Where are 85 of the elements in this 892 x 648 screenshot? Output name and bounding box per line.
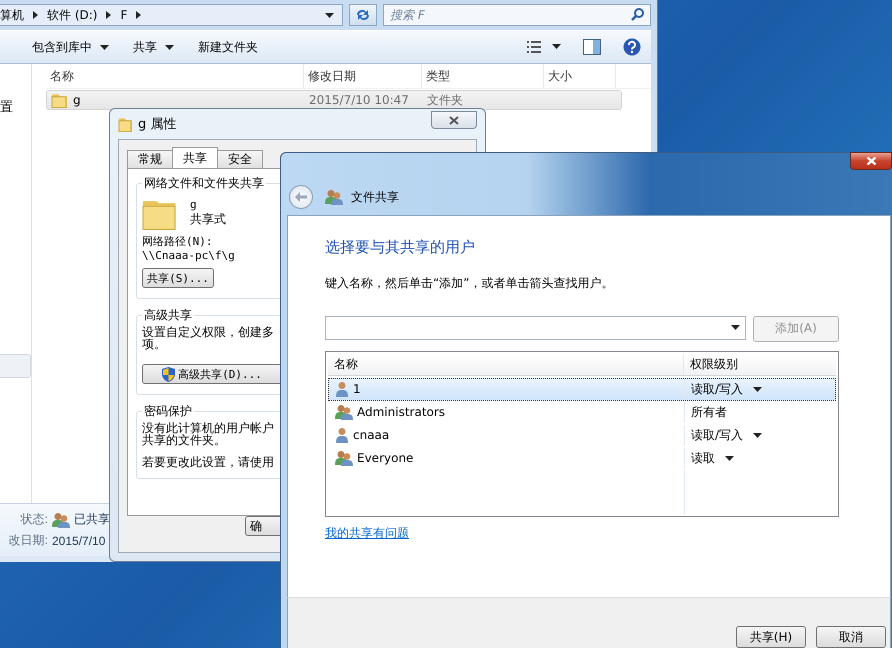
dialog-button[interactable]: 取消 bbox=[816, 626, 886, 648]
permission-level[interactable]: 读取/写入 bbox=[691, 426, 744, 444]
column-header[interactable]: 权限级别 bbox=[684, 354, 836, 375]
file-name: g bbox=[73, 93, 81, 107]
permission-level[interactable]: 读取/写入 bbox=[691, 380, 744, 398]
detail-value: 已共享 bbox=[74, 511, 110, 528]
users-icon bbox=[325, 189, 343, 205]
file-type: 文件夹 bbox=[426, 92, 464, 108]
user-row[interactable]: Administrators 所有者 bbox=[328, 400, 836, 424]
detail-label: 改日期: bbox=[8, 532, 48, 549]
view-list-icon bbox=[527, 41, 561, 53]
column-header[interactable]: 大小 bbox=[544, 64, 616, 88]
shield-icon bbox=[162, 366, 176, 382]
user-icon bbox=[335, 381, 349, 398]
column-header[interactable]: 修改日期 bbox=[304, 64, 422, 88]
nav-item[interactable]: 置 bbox=[0, 98, 13, 116]
toolbar-button[interactable]: 包含到库中 bbox=[22, 34, 119, 60]
chevron-icon bbox=[106, 11, 112, 19]
share-button[interactable]: 共享(S)... bbox=[142, 268, 214, 288]
file-row[interactable]: g 2015/7/10 10:47 文件夹 bbox=[46, 90, 622, 110]
description-text: 若要更改此设置，请使用 bbox=[142, 456, 274, 468]
description-text: 没有此计算机的用户帐户 bbox=[142, 422, 274, 434]
user-name: cnaaa bbox=[353, 428, 390, 442]
close-button[interactable] bbox=[850, 152, 892, 170]
column-header[interactable]: 类型 bbox=[422, 64, 544, 88]
network-path: \\Cnaaa-pc\f\g bbox=[142, 249, 235, 262]
users-icon bbox=[335, 404, 353, 420]
breadcrumb-item[interactable]: F bbox=[120, 8, 128, 22]
back-button[interactable] bbox=[289, 185, 313, 209]
chevron-icon bbox=[33, 11, 38, 19]
user-icon bbox=[335, 427, 349, 444]
instruction-text: 键入名称，然后单击“添加”，或者单击箭头查找用户。 bbox=[325, 274, 614, 292]
breadcrumb-item[interactable]: 软件 (D:) bbox=[47, 6, 98, 24]
breadcrumb-item[interactable]: 算机 bbox=[0, 6, 24, 24]
user-name: Everyone bbox=[357, 451, 414, 466]
help-link[interactable]: 我的共享有问题 bbox=[325, 524, 409, 542]
description-text: 共享的文件夹。 bbox=[142, 434, 226, 446]
refresh-icon bbox=[355, 8, 371, 22]
dialog-button[interactable]: 共享(H) bbox=[736, 626, 806, 648]
share-status: 共享式 bbox=[190, 211, 226, 228]
close-icon bbox=[866, 156, 876, 166]
window-title: 文件共享 bbox=[351, 188, 399, 206]
group-title: 网络文件和文件夹共享 bbox=[142, 175, 266, 192]
advanced-sharing-button[interactable]: 高级共享(D)... bbox=[142, 364, 282, 384]
detail-value: 2015/7/10 bbox=[52, 534, 106, 548]
permission-level: 所有者 bbox=[691, 404, 727, 421]
folder-name: g bbox=[190, 198, 198, 211]
folder-icon bbox=[118, 116, 132, 132]
help-icon bbox=[623, 38, 641, 56]
description-text: 设置自定义权限，创建多 bbox=[142, 326, 274, 338]
group-title: 密码保护 bbox=[142, 403, 194, 420]
caret-icon bbox=[731, 325, 740, 330]
toolbar-button[interactable]: 共享 bbox=[123, 34, 184, 60]
tab[interactable]: 共享 bbox=[172, 147, 218, 168]
description-text: 项。 bbox=[142, 338, 166, 350]
refresh-button[interactable] bbox=[349, 4, 377, 26]
detail-label: 状态: bbox=[20, 511, 48, 528]
users-icon bbox=[335, 450, 353, 466]
tab[interactable]: 安全 bbox=[217, 150, 263, 168]
chevron-icon bbox=[136, 11, 142, 19]
user-name: Administrators bbox=[357, 405, 446, 420]
toolbar-button[interactable]: 新建文件夹 bbox=[188, 34, 268, 60]
close-icon bbox=[449, 116, 459, 124]
column-header[interactable]: 名称 bbox=[46, 64, 304, 88]
tab[interactable]: 常规 bbox=[127, 150, 173, 168]
search-field[interactable]: 搜索 F bbox=[383, 4, 651, 26]
group-title: 高级共享 bbox=[142, 307, 194, 324]
folder-icon bbox=[51, 92, 67, 108]
address-bar[interactable]: 算机 软件 (D:) F bbox=[0, 4, 343, 26]
window-title: g 属性 bbox=[138, 116, 176, 133]
user-name: 1 bbox=[353, 382, 361, 396]
preview-pane-icon bbox=[583, 39, 601, 55]
permission-level[interactable]: 读取 bbox=[691, 450, 715, 467]
user-row[interactable]: cnaaa 读取/写入 bbox=[328, 424, 836, 447]
file-date: 2015/7/10 10:47 bbox=[308, 93, 410, 107]
user-row[interactable]: 1 读取/写入 bbox=[328, 378, 836, 401]
user-row[interactable]: Everyone 读取 bbox=[328, 446, 836, 470]
close-button[interactable] bbox=[431, 111, 477, 129]
path-label: 网络路径(N): bbox=[142, 234, 212, 249]
caret-icon bbox=[325, 12, 334, 18]
users-icon bbox=[52, 512, 70, 528]
column-header[interactable]: 名称 bbox=[328, 354, 684, 375]
search-icon bbox=[631, 8, 644, 21]
back-arrow-icon bbox=[295, 192, 307, 202]
dialog-heading: 选择要与其共享的用户 bbox=[325, 238, 476, 257]
